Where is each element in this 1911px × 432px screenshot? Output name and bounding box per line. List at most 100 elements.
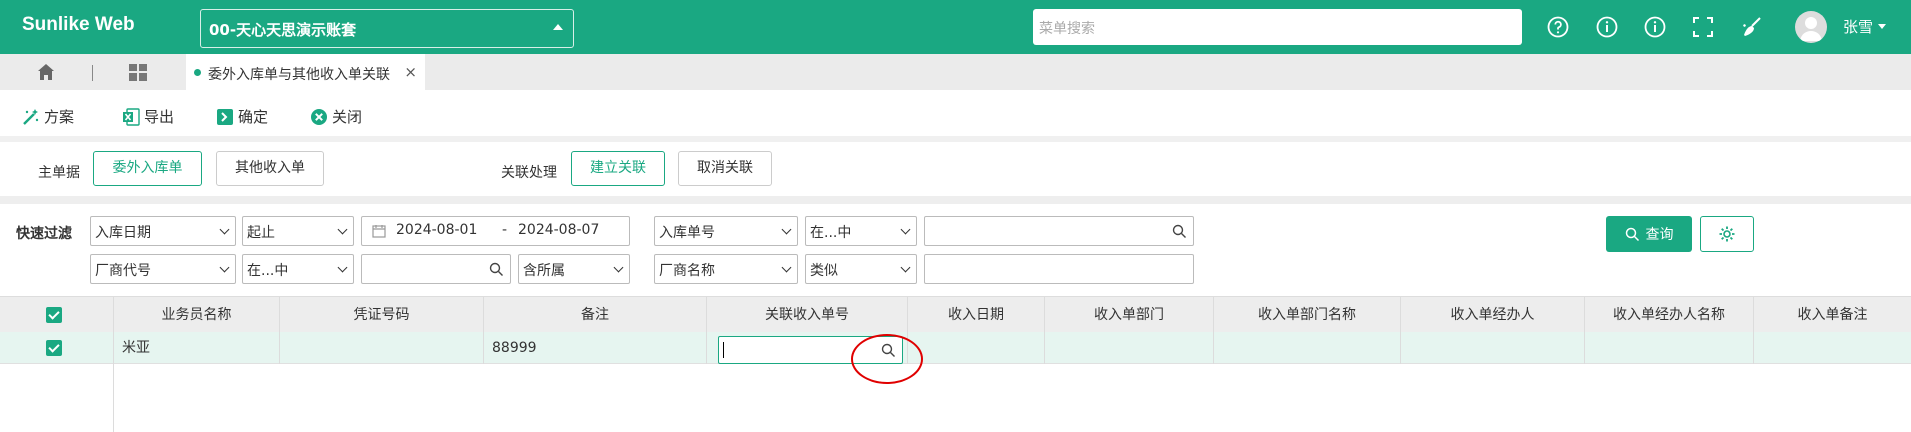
other-income-button[interactable]: 其他收入单 — [216, 151, 324, 186]
col-header[interactable]: 收入单备注 — [1754, 297, 1911, 333]
filter3-scope-select[interactable]: 含所属 — [518, 254, 630, 284]
tab-dashboard[interactable] — [92, 54, 184, 90]
tab-label: 委外入库单与其他收入单关联 — [208, 67, 390, 83]
filter4-field-select[interactable]: 厂商名称 — [654, 254, 798, 284]
filter3-scope-value: 含所属 — [523, 263, 565, 279]
chevron-down-icon — [781, 262, 792, 273]
main-document-row: 主单据 委外入库单 其他收入单 关联处理 建立关联 取消关联 — [0, 148, 1911, 196]
close-icon[interactable]: × — [404, 63, 417, 81]
col-header[interactable]: 收入日期 — [908, 297, 1045, 333]
row-select-cell[interactable] — [0, 332, 114, 364]
outsource-receipt-button[interactable]: 委外入库单 — [93, 151, 202, 186]
scheme-button[interactable]: 方案 — [22, 106, 74, 127]
cell-dept[interactable] — [1045, 332, 1214, 364]
filter2-value-input[interactable] — [924, 216, 1194, 246]
cell-voucher[interactable] — [280, 332, 484, 364]
wand-icon — [23, 108, 39, 125]
table-row[interactable]: 米亚 88999 — [0, 332, 1911, 364]
menu-search-input[interactable]: 菜单搜索 — [1033, 9, 1522, 45]
cell-dept-name[interactable] — [1214, 332, 1401, 364]
filter1-op-value: 起止 — [247, 225, 275, 241]
col-header[interactable]: 收入单经办人 — [1401, 297, 1585, 333]
col-header[interactable]: 备注 — [484, 297, 707, 333]
tab-outsource-association[interactable]: 委外入库单与其他收入单关联 × — [186, 54, 425, 90]
grid-icon — [129, 64, 147, 81]
col-header[interactable]: 业务员名称 — [114, 297, 280, 333]
filter2-field-value: 入库单号 — [659, 225, 715, 241]
search-icon[interactable] — [1172, 224, 1187, 239]
date-range-input[interactable]: 2024-08-01 - 2024-08-07 — [361, 216, 630, 246]
chevron-down-icon — [613, 262, 624, 273]
chevron-down-icon — [781, 224, 792, 235]
query-button[interactable]: 查询 — [1606, 216, 1692, 252]
excel-icon — [123, 107, 140, 126]
help-icon[interactable] — [1546, 15, 1570, 39]
highlight-circle — [851, 334, 923, 384]
close-button[interactable]: 关闭 — [310, 106, 362, 127]
home-icon — [38, 64, 54, 80]
cell-date[interactable] — [908, 332, 1045, 364]
cancel-association-button[interactable]: 取消关联 — [678, 151, 772, 186]
confirm-button[interactable]: 确定 — [216, 106, 268, 127]
cell-handler[interactable] — [1401, 332, 1585, 364]
tab-home[interactable] — [0, 54, 92, 90]
filter1-op-select[interactable]: 起止 — [242, 216, 354, 246]
toolbar: 方案 导出 确定 关闭 — [0, 90, 1911, 142]
user-name[interactable]: 张雪 — [1843, 16, 1873, 37]
grid-left-column — [0, 364, 114, 432]
filter2-op-select[interactable]: 在...中 — [805, 216, 917, 246]
col-header[interactable]: 收入单经办人名称 — [1585, 297, 1754, 333]
select-all-checkbox[interactable] — [46, 307, 62, 323]
caret-up-icon — [553, 24, 563, 30]
build-association-button[interactable]: 建立关联 — [571, 151, 665, 186]
header-select-all[interactable] — [0, 297, 114, 333]
search-icon[interactable] — [489, 262, 504, 277]
filter2-field-select[interactable]: 入库单号 — [654, 216, 798, 246]
user-icon — [1800, 17, 1822, 41]
col-header[interactable]: 收入单部门 — [1045, 297, 1214, 333]
filter4-field-value: 厂商名称 — [659, 263, 715, 279]
confirm-label: 确定 — [238, 108, 269, 126]
cell-remark[interactable] — [1754, 332, 1911, 364]
filter1-field-value: 入库日期 — [95, 225, 151, 241]
main-doc-label: 主单据 — [38, 165, 80, 181]
quick-filter: 快速过滤 入库日期 起止 2024-08-01 - 2024-08-07 入库单… — [0, 204, 1911, 296]
filter2-op-value: 在...中 — [810, 225, 852, 241]
col-header[interactable]: 收入单部门名称 — [1214, 297, 1401, 333]
filter3-op-value: 在...中 — [247, 263, 289, 279]
fullscreen-icon[interactable] — [1691, 15, 1715, 39]
divider — [0, 196, 1911, 204]
info-icon[interactable] — [1595, 15, 1619, 39]
search-icon — [1625, 227, 1639, 241]
col-header[interactable]: 凭证号码 — [280, 297, 484, 333]
chevron-down-icon — [219, 224, 230, 235]
date-to: 2024-08-07 — [518, 222, 600, 238]
avatar[interactable] — [1795, 11, 1827, 43]
gear-icon — [1719, 226, 1735, 242]
filter4-op-select[interactable]: 类似 — [805, 254, 917, 284]
info-icon[interactable] — [1643, 15, 1667, 39]
row-checkbox[interactable] — [46, 340, 62, 356]
company-label: 00-天心天思演示账套 — [209, 21, 357, 39]
cell-salesman[interactable]: 米亚 — [114, 332, 280, 364]
date-separator: - — [502, 222, 508, 238]
filter-settings-button[interactable] — [1700, 216, 1754, 252]
data-grid: 业务员名称 凭证号码 备注 关联收入单号 收入日期 收入单部门 收入单部门名称 … — [0, 296, 1911, 432]
filter3-value-input[interactable] — [361, 254, 511, 284]
export-button[interactable]: 导出 — [122, 106, 174, 127]
calendar-icon — [372, 225, 386, 238]
filter3-op-select[interactable]: 在...中 — [242, 254, 354, 284]
filter1-field-select[interactable]: 入库日期 — [90, 216, 236, 246]
export-label: 导出 — [144, 108, 175, 126]
chevron-down-icon — [337, 262, 348, 273]
filter3-field-select[interactable]: 厂商代号 — [90, 254, 236, 284]
broom-icon[interactable] — [1740, 15, 1764, 39]
col-header[interactable]: 关联收入单号 — [707, 297, 908, 333]
company-select[interactable]: 00-天心天思演示账套 — [200, 9, 574, 48]
filter4-value-input[interactable] — [924, 254, 1194, 284]
cell-note[interactable]: 88999 — [484, 332, 707, 364]
chevron-down-icon[interactable] — [1878, 24, 1886, 29]
quick-filter-label: 快速过滤 — [16, 226, 72, 242]
scheme-label: 方案 — [44, 108, 75, 126]
cell-handler-name[interactable] — [1585, 332, 1754, 364]
